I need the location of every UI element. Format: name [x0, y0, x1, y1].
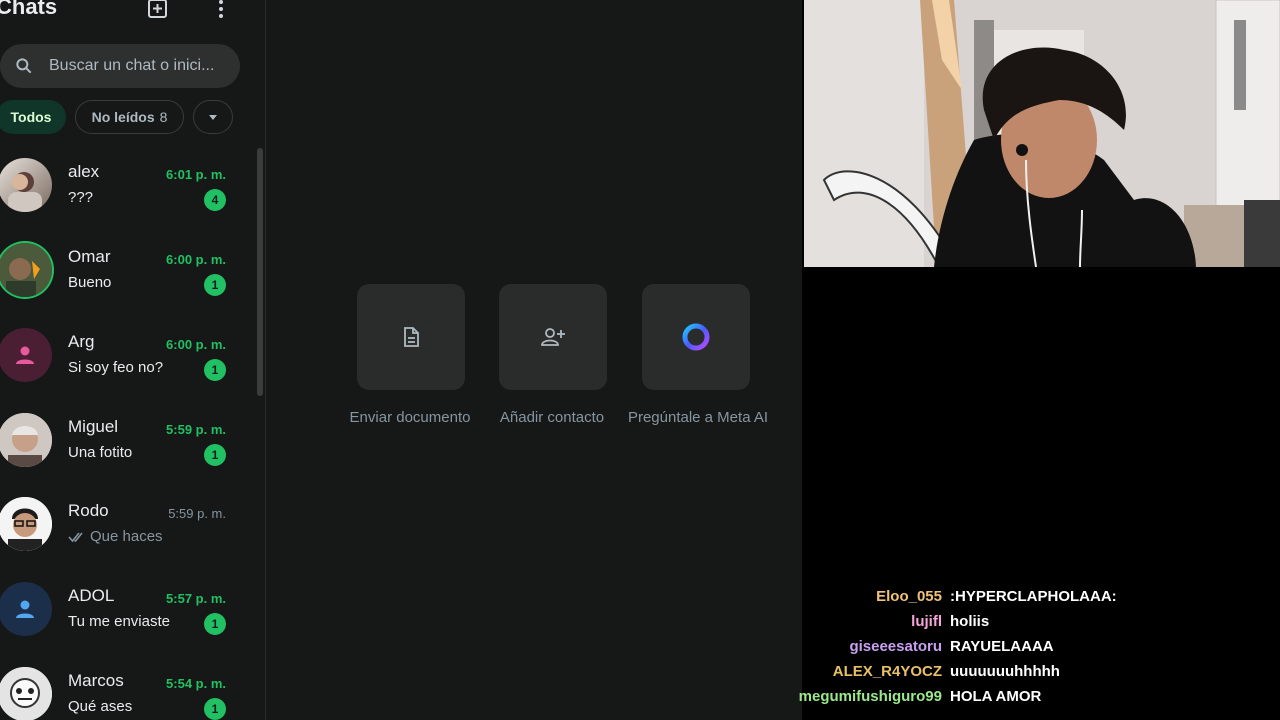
stream-chat-user: giseeesatoru: [849, 638, 942, 655]
chat-time: 6:00 p. m.: [166, 337, 226, 352]
meta-ai-label: Pregúntale a Meta AI: [627, 409, 769, 426]
chat-time: 5:59 p. m.: [166, 422, 226, 437]
chat-name: Marcos: [68, 671, 124, 690]
caret-down-icon: [209, 115, 217, 120]
avatar: [0, 582, 52, 636]
chat-item-marcos[interactable]: Marcos 5:54 p. m. Qué ases 1: [0, 667, 250, 720]
stream-chat-user: Eloo_055: [876, 588, 942, 605]
sidebar-title: Chats: [0, 0, 58, 19]
chat-item-arg[interactable]: Arg 6:00 p. m. Si soy feo no? 1: [0, 328, 250, 413]
person-icon: [16, 600, 34, 618]
search-bar[interactable]: [0, 44, 240, 88]
double-check-icon: [68, 531, 83, 542]
chat-item-alex[interactable]: alex 6:01 p. m. ??? 4: [0, 158, 250, 243]
send-document-label: Enviar documento: [349, 409, 471, 426]
avatar: [0, 328, 52, 382]
unread-badge: 1: [204, 698, 226, 720]
add-contact-button[interactable]: [499, 284, 607, 390]
chat-last-message: Tu me enviaste: [68, 613, 170, 630]
stream-chat-text: :HYPERCLAPHOLAAA:: [950, 588, 1117, 605]
new-chat-icon[interactable]: [146, 0, 170, 20]
filter-unread-count: 8: [159, 109, 168, 125]
filter-unread-label: No leídos: [91, 109, 155, 125]
sidebar-scrollbar[interactable]: [257, 148, 263, 396]
stream-chat-user: ALEX_R4YOCZ: [832, 663, 942, 680]
chat-sidebar: Chats Todos No leídos 8 alex 6:01 p. m. …: [0, 0, 266, 720]
filter-more-chip[interactable]: [193, 100, 233, 134]
chat-last-message: Qué ases: [68, 698, 133, 715]
avatar: [0, 158, 52, 212]
chat-item-omar[interactable]: Omar 6:00 p. m. Bueno 1: [0, 243, 250, 328]
stream-chat-text: holiis: [950, 613, 990, 630]
chat-last-message: Que haces: [90, 528, 163, 545]
chat-name: alex: [68, 162, 100, 181]
chat-time: 6:00 p. m.: [166, 252, 226, 267]
unread-badge: 1: [204, 613, 226, 635]
avatar: [0, 667, 52, 720]
chat-time: 6:01 p. m.: [166, 167, 226, 182]
chat-time: 5:57 p. m.: [166, 591, 226, 606]
chat-item-adol[interactable]: ADOL 5:57 p. m. Tu me enviaste 1: [0, 582, 250, 667]
meta-ai-icon: [682, 323, 710, 351]
filter-all-chip[interactable]: Todos: [0, 100, 66, 134]
chat-last-message-row: Que haces: [68, 528, 163, 545]
stream-chat-message: Eloo_055 :HYPERCLAPHOLAAA:: [802, 588, 1280, 613]
stream-chat-message: ALEX_R4YOCZ uuuuuuuhhhhh: [802, 663, 1280, 688]
stream-chat-user: megumifushiguro99: [798, 688, 942, 705]
stream-chat-text: uuuuuuuhhhhh: [950, 663, 1060, 680]
add-contact-label: Añadir contacto: [499, 409, 605, 426]
filter-unread-chip[interactable]: No leídos 8: [75, 100, 184, 134]
avatar: [0, 413, 52, 467]
unread-badge: 1: [204, 444, 226, 466]
chat-last-message: ???: [68, 189, 94, 206]
chat-last-message: Una fotito: [68, 444, 133, 461]
add-contact-icon: [541, 328, 565, 346]
avatar: [0, 243, 52, 297]
document-icon: [404, 327, 419, 347]
avatar: [0, 497, 52, 551]
chat-last-message: Si soy feo no?: [68, 359, 164, 376]
search-icon: [16, 58, 32, 74]
stream-chat-text: HOLA AMOR: [950, 688, 1042, 705]
chat-name: Omar: [68, 247, 111, 266]
chat-name: ADOL: [68, 586, 115, 605]
webcam-image: [804, 0, 1280, 267]
chat-last-message: Bueno: [68, 274, 112, 291]
stream-chat-message: giseeesatoru RAYUELAAAA: [802, 638, 1280, 663]
webcam-overlay: [804, 0, 1280, 267]
chat-time: 5:54 p. m.: [166, 676, 226, 691]
chat-name: Arg: [68, 332, 95, 351]
meta-ai-button[interactable]: [642, 284, 750, 390]
send-document-button[interactable]: [357, 284, 465, 390]
chat-name: Miguel: [68, 417, 119, 436]
menu-icon[interactable]: [209, 0, 233, 20]
person-icon: [16, 346, 34, 364]
unread-badge: 1: [204, 359, 226, 381]
main-panel: Enviar documento Añadir contacto Pregúnt…: [266, 0, 802, 720]
chat-item-miguel[interactable]: Miguel 5:59 p. m. Una fotito 1: [0, 413, 250, 498]
unread-badge: 1: [204, 274, 226, 296]
stream-chat-text: RAYUELAAAA: [950, 638, 1054, 655]
chat-name: Rodo: [68, 501, 109, 520]
search-input[interactable]: [49, 57, 229, 75]
stream-chat-message: lujifl holiis: [802, 613, 1280, 638]
chat-time: 5:59 p. m.: [168, 506, 226, 521]
stream-chat-message: megumifushiguro99 HOLA AMOR: [798, 688, 1280, 713]
unread-badge: 4: [204, 189, 226, 211]
chat-item-rodo[interactable]: Rodo 5:59 p. m. Que haces: [0, 497, 250, 582]
stream-chat-user: lujifl: [911, 613, 942, 630]
